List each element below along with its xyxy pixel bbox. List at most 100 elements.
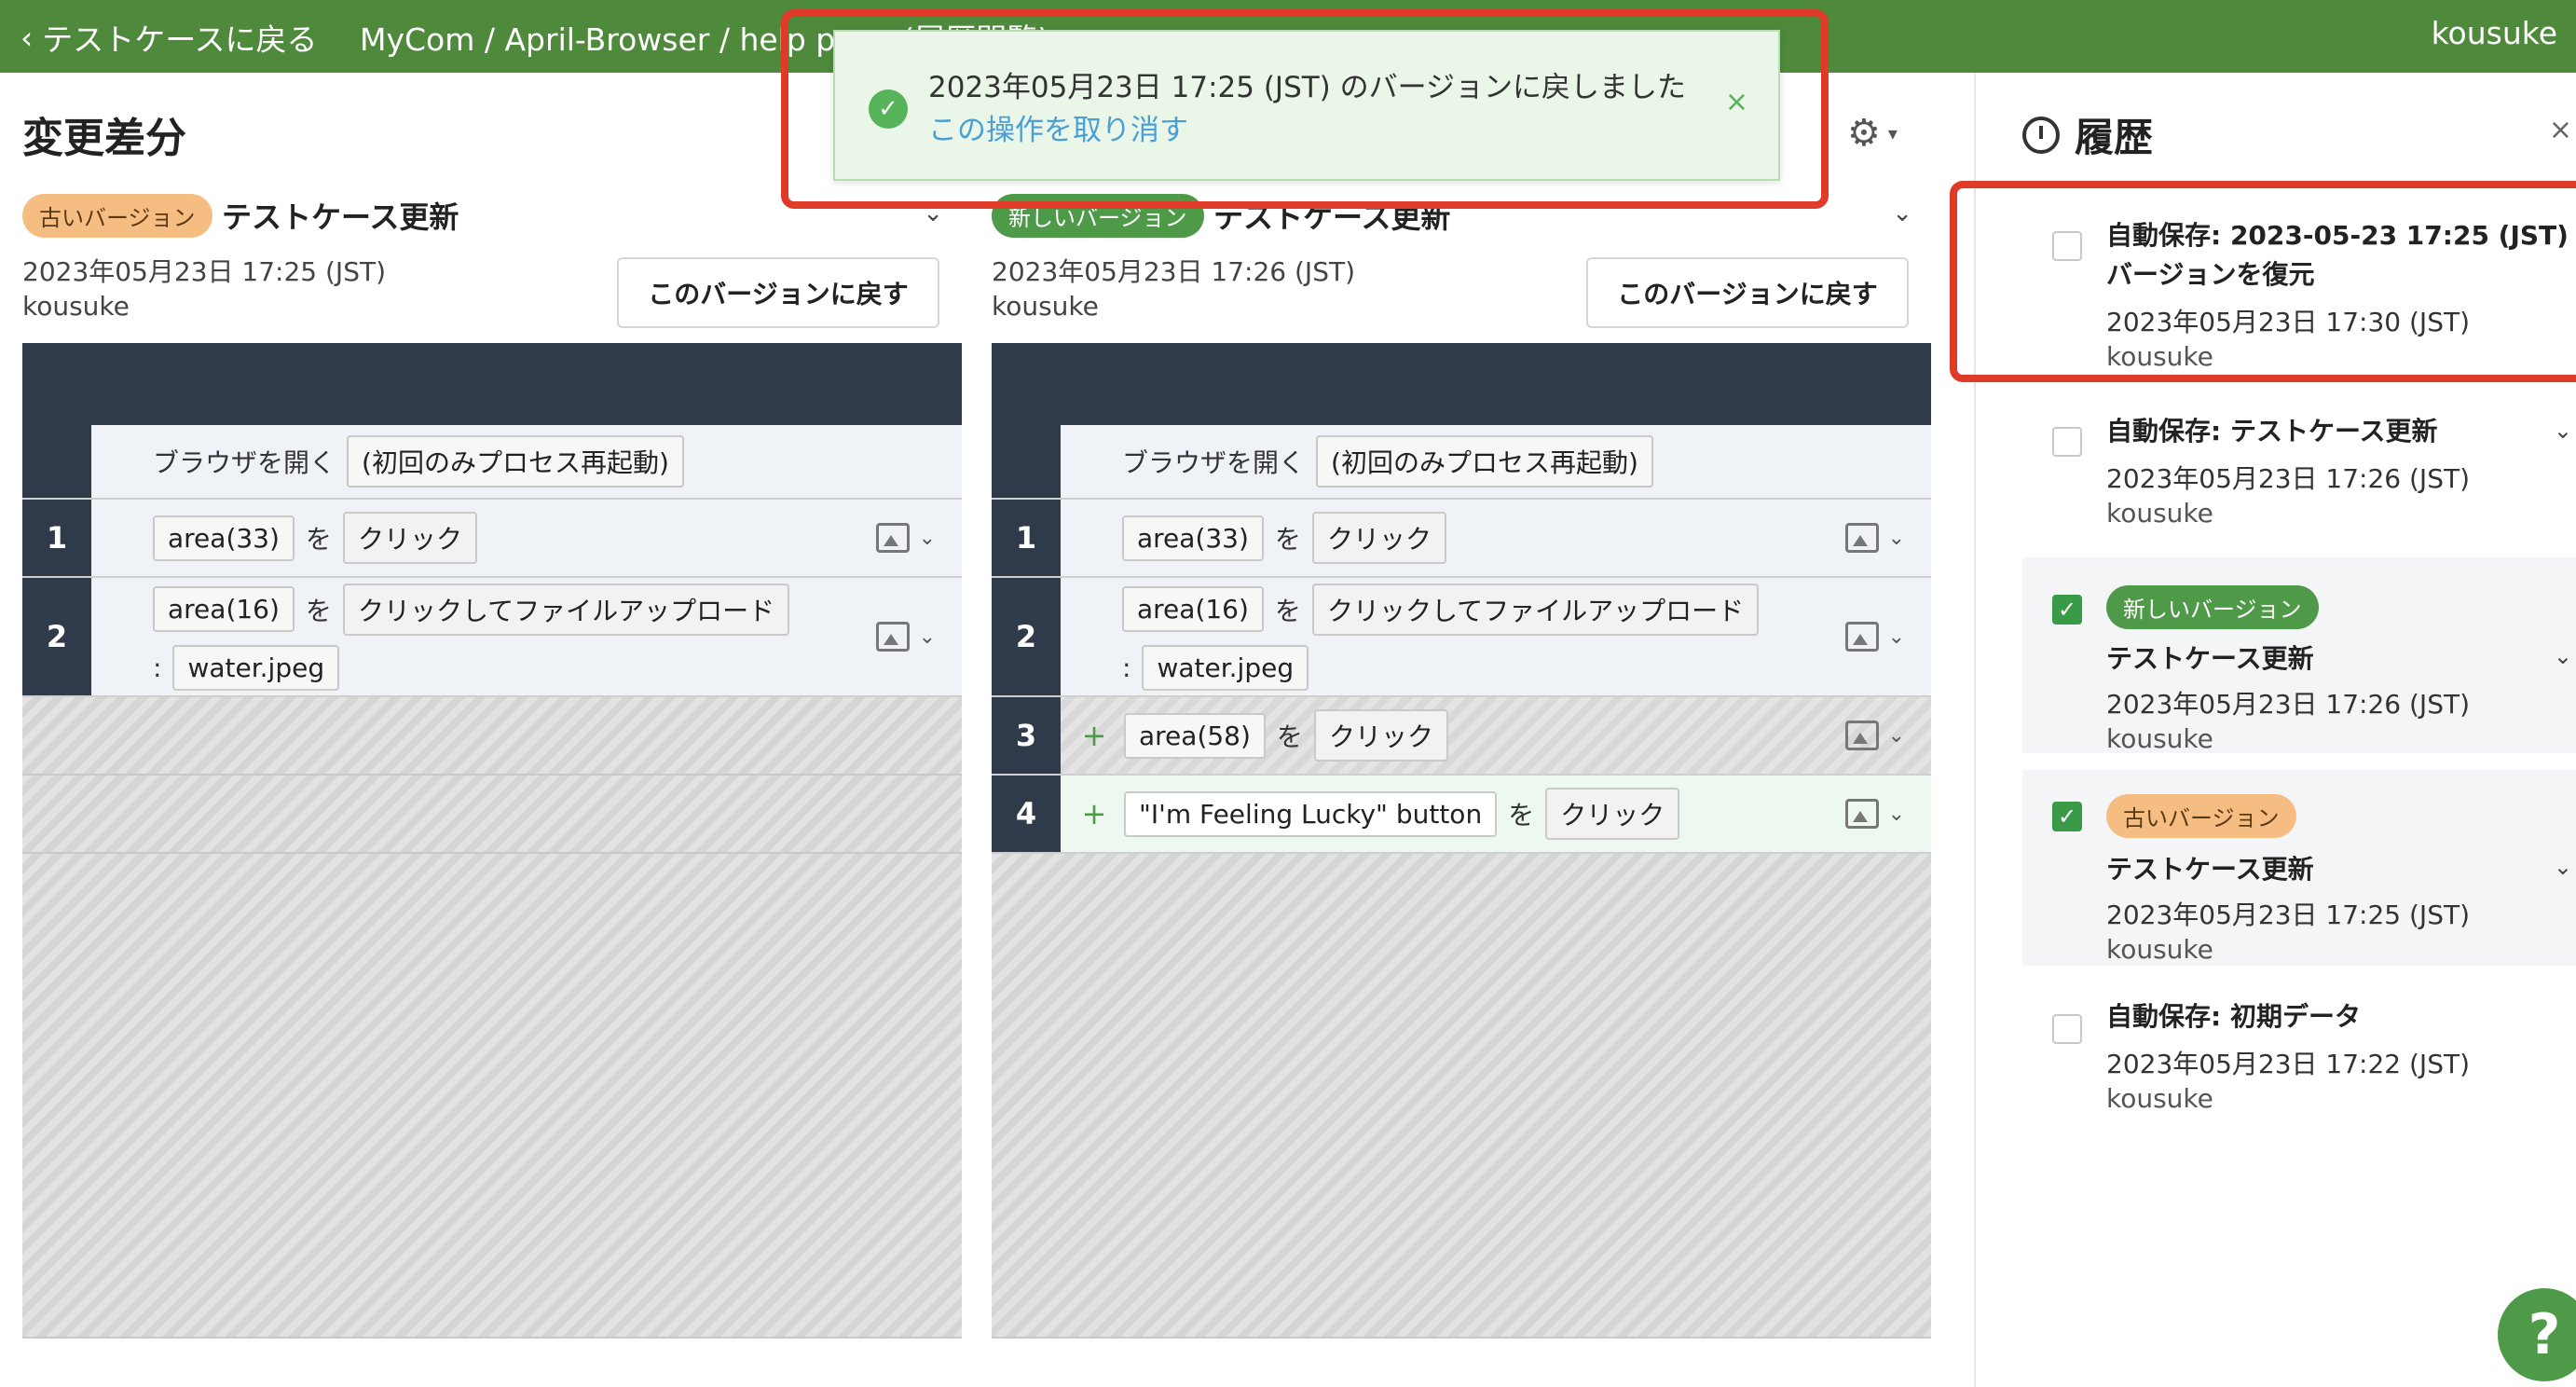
row-actions[interactable]: ⌄: [1844, 721, 1905, 750]
image-icon[interactable]: [1844, 523, 1879, 553]
back-to-testcase-link[interactable]: ‹ テストケースに戻る: [21, 15, 318, 60]
action-chip[interactable]: クリックしてファイルアップロード: [1311, 583, 1760, 636]
new-version-badge: 新しいバージョン: [2106, 585, 2319, 629]
history-item-title: テストケース更新: [2106, 643, 2314, 674]
image-icon[interactable]: [1844, 721, 1879, 750]
setup-row: ブラウザを開く (初回のみプロセス再起動): [22, 425, 962, 500]
image-icon[interactable]: [875, 622, 910, 652]
step-content: ブラウザを開く (初回のみプロセス再起動): [1061, 425, 1931, 498]
old-version-badge: 古いバージョン: [22, 194, 212, 238]
image-icon[interactable]: [1844, 622, 1879, 652]
added-step-row[interactable]: 4 + "I'm Feeling Lucky" button を クリック ⌄: [992, 776, 1931, 854]
added-step-row[interactable]: 3 + area(58) を クリック ⌄: [992, 697, 1931, 776]
target-chip[interactable]: area(33): [1122, 515, 1264, 561]
step-row[interactable]: 2 area(16) を クリックしてファイルアップロード : water.jp…: [22, 578, 962, 697]
chevron-down-icon[interactable]: ⌄: [2554, 418, 2572, 444]
action-chip[interactable]: クリック: [1311, 512, 1446, 564]
history-item-selected[interactable]: ✓ 古いバージョン テストケース更新 2023年05月23日 17:25 (JS…: [2022, 770, 2576, 966]
settings-menu-button[interactable]: ⚙ ▾: [1847, 110, 1903, 157]
empty-diff-area: [992, 854, 1931, 1339]
step-number: 1: [22, 500, 91, 576]
chevron-down-icon[interactable]: ⌄: [1888, 527, 1905, 550]
history-checkbox[interactable]: [2052, 427, 2082, 457]
target-chip[interactable]: area(16): [153, 586, 295, 632]
target-chip[interactable]: "I'm Feeling Lucky" button: [1124, 790, 1498, 837]
chevron-down-icon[interactable]: ⌄: [1888, 724, 1905, 748]
row-actions[interactable]: ⌄: [875, 523, 936, 553]
history-item-selected[interactable]: ✓ 新しいバージョン テストケース更新 2023年05月23日 17:26 (J…: [2022, 557, 2576, 754]
history-item-date: 2023年05月23日 17:22 (JST): [2106, 1049, 2470, 1079]
step-number: 2: [22, 578, 91, 695]
action-chip[interactable]: クリック: [342, 512, 477, 564]
setup-action: ブラウザを開く: [153, 447, 336, 478]
particle: を: [1276, 721, 1303, 752]
old-version-pane: 古いバージョン テストケース更新 ⌄ 2023年05月23日 17:25 (JS…: [22, 186, 962, 1339]
image-icon[interactable]: [875, 523, 910, 553]
particle: を: [1274, 524, 1301, 555]
history-item-date: 2023年05月23日 17:25 (JST): [2106, 899, 2470, 930]
step-number: [22, 425, 91, 498]
target-chip[interactable]: area(58): [1124, 712, 1266, 759]
chevron-down-icon[interactable]: ⌄: [1888, 625, 1905, 649]
step-row[interactable]: 1 area(33) を クリック ⌄: [22, 500, 962, 578]
target-chip[interactable]: area(33): [153, 515, 295, 561]
history-icon: [2022, 116, 2060, 154]
step-content: area(16) を クリックしてファイルアップロード : water.jpeg: [91, 578, 962, 695]
history-item-date: 2023年05月23日 17:26 (JST): [2106, 689, 2470, 720]
chevron-left-icon: ‹: [21, 19, 34, 56]
setup-option-chip[interactable]: (初回のみプロセス再起動): [347, 435, 684, 488]
step-row[interactable]: 2 area(16) を クリックしてファイルアップロード : water.jp…: [992, 578, 1931, 697]
step-number: [992, 425, 1061, 498]
step-number: 4: [992, 776, 1061, 852]
version-date: 2023年05月23日 17:25 (JST): [22, 256, 386, 287]
value-chip[interactable]: water.jpeg: [172, 644, 340, 691]
chevron-down-icon[interactable]: ⌄: [1892, 199, 1912, 227]
particle: を: [305, 595, 332, 626]
history-title: 履歴: [2022, 106, 2153, 163]
action-chip[interactable]: クリック: [1545, 788, 1680, 840]
chevron-down-icon[interactable]: ⌄: [2554, 643, 2572, 669]
step-content: area(16) を クリックしてファイルアップロード : water.jpeg: [1061, 578, 1931, 695]
row-actions[interactable]: ⌄: [1844, 523, 1905, 553]
new-version-pane: 新しいバージョン テストケース更新 ⌄ 2023年05月23日 17:26 (J…: [992, 186, 1931, 1339]
row-actions[interactable]: ⌄: [875, 622, 936, 652]
revert-to-version-button[interactable]: このバージョンに戻す: [617, 257, 939, 328]
added-plus-icon: +: [1081, 718, 1107, 753]
step-content: + "I'm Feeling Lucky" button を クリック: [1061, 776, 1931, 852]
version-user: kousuke: [22, 291, 130, 322]
history-checkbox[interactable]: [2052, 1014, 2082, 1044]
particle: を: [1274, 595, 1301, 626]
action-chip[interactable]: クリックしてファイルアップロード: [342, 583, 790, 636]
setup-option-chip[interactable]: (初回のみプロセス再起動): [1316, 435, 1653, 488]
history-checkbox-checked[interactable]: ✓: [2052, 802, 2082, 831]
highlight-annotation: [1950, 181, 2576, 382]
image-icon[interactable]: [1844, 799, 1879, 829]
chevron-down-icon[interactable]: ⌄: [919, 625, 936, 649]
step-content: area(33) を クリック: [1061, 500, 1931, 576]
value-chip[interactable]: water.jpeg: [1142, 644, 1309, 691]
target-chip[interactable]: area(16): [1122, 586, 1264, 632]
setup-row: ブラウザを開く (初回のみプロセス再起動): [992, 425, 1931, 500]
row-actions[interactable]: ⌄: [1844, 622, 1905, 652]
chevron-down-icon[interactable]: ⌄: [1888, 803, 1905, 826]
history-checkbox-checked[interactable]: ✓: [2052, 595, 2082, 625]
history-item[interactable]: 自動保存: テストケース更新 2023年05月23日 17:26 (JST) k…: [2022, 399, 2576, 576]
particle: を: [1508, 800, 1535, 831]
separator: :: [153, 652, 162, 683]
row-actions[interactable]: ⌄: [1844, 799, 1905, 829]
revert-to-version-button[interactable]: このバージョンに戻す: [1586, 257, 1909, 328]
chevron-down-icon[interactable]: ⌄: [2554, 854, 2572, 880]
pane-header: 古いバージョン テストケース更新 ⌄ 2023年05月23日 17:25 (JS…: [22, 186, 962, 336]
close-icon[interactable]: ×: [2549, 114, 2572, 146]
version-name: テストケース更新: [222, 199, 459, 235]
step-row[interactable]: 1 area(33) を クリック ⌄: [992, 500, 1931, 578]
action-chip[interactable]: クリック: [1313, 709, 1448, 762]
chevron-down-icon[interactable]: ⌄: [919, 527, 936, 550]
back-label: テストケースに戻る: [42, 21, 318, 58]
user-menu[interactable]: kousuke: [2432, 15, 2557, 51]
highlight-annotation: [781, 9, 1829, 209]
history-item-user: kousuke: [2106, 934, 2213, 965]
history-title-text: 履歴: [2075, 115, 2154, 160]
history-item-user: kousuke: [2106, 723, 2213, 754]
history-item[interactable]: 自動保存: 初期データ 2023年05月23日 17:22 (JST) kous…: [2022, 982, 2576, 1150]
